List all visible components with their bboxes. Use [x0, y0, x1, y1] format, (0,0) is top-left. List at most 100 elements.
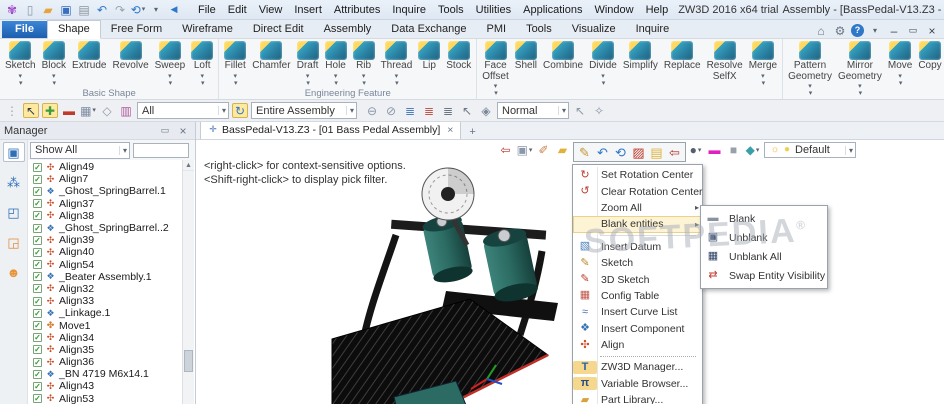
- snap-combo[interactable]: Normal ▾: [497, 102, 569, 119]
- ribbon-button[interactable]: Move ▾: [885, 40, 915, 87]
- submenu-item[interactable]: Blank: [701, 209, 827, 228]
- dropdown-arrow-icon[interactable]: ▾: [362, 73, 366, 80]
- titlebar-right-icon[interactable]: [924, 23, 940, 38]
- tree-checkbox[interactable]: [33, 284, 42, 294]
- ribbon-button[interactable]: Sweep ▾: [152, 40, 189, 87]
- dropdown-arrow-icon[interactable]: ▾: [52, 73, 56, 80]
- tree-item[interactable]: Align54: [28, 259, 195, 271]
- ribbon-button[interactable]: Mirror Geometry ▾: [835, 40, 885, 98]
- tree-item[interactable]: Align34: [28, 332, 195, 344]
- tree-item[interactable]: _Ghost_SpringBarrel..2: [28, 222, 195, 234]
- tree-item[interactable]: _BN 4719 M6x14.1: [28, 368, 195, 380]
- tree-checkbox[interactable]: [33, 247, 42, 257]
- tree-checkbox[interactable]: [33, 199, 42, 209]
- dropdown-arrow-icon[interactable]: ▾: [306, 73, 310, 80]
- menu-item[interactable]: Help: [640, 4, 675, 16]
- context-menu-item[interactable]: Clear Rotation Center ▸: [573, 183, 703, 199]
- ribbon-button[interactable]: Block ▾: [39, 40, 69, 87]
- toolbar-icon[interactable]: [42, 103, 58, 118]
- quick-pick-icon[interactable]: [576, 144, 593, 160]
- toolbar-icon[interactable]: [440, 103, 456, 118]
- tree-checkbox[interactable]: [33, 296, 42, 306]
- manager-strip-icon[interactable]: [3, 262, 25, 282]
- tree-item[interactable]: _Linkage.1: [28, 307, 195, 319]
- context-menu-item[interactable]: Align ▸: [573, 337, 702, 353]
- ribbon-tab[interactable]: Visualize: [562, 21, 626, 38]
- view-toolbar-icon[interactable]: [688, 143, 703, 158]
- quick-pick-icon[interactable]: [594, 144, 611, 160]
- tree-checkbox[interactable]: [33, 369, 42, 379]
- tree-item[interactable]: Align7: [28, 173, 195, 185]
- ribbon-tab[interactable]: Data Exchange: [381, 21, 476, 38]
- tree-item[interactable]: Align38: [28, 210, 195, 222]
- ribbon-tab[interactable]: Tools: [516, 21, 562, 38]
- panel-control-icon[interactable]: [175, 123, 191, 138]
- ribbon-tab[interactable]: Assembly: [314, 21, 382, 38]
- quick-pick-icon[interactable]: [648, 144, 665, 160]
- context-menu-item[interactable]: Insert Component ▸: [573, 321, 702, 337]
- context-menu-item[interactable]: ZW3D Manager... ▸: [573, 359, 702, 375]
- context-menu-item[interactable]: Zoom All ▸: [573, 200, 702, 216]
- context-menu-item[interactable]: Insert Datum ▸: [573, 239, 702, 255]
- view-toolbar-icon[interactable]: [707, 143, 722, 158]
- tree-checkbox[interactable]: [33, 211, 42, 221]
- quick-access-icon[interactable]: [76, 2, 92, 17]
- dropdown-arrow-icon[interactable]: ▾: [494, 83, 498, 90]
- dropdown-arrow-icon[interactable]: ▾: [395, 73, 399, 80]
- ribbon-button[interactable]: Pattern Geometry ▾: [785, 40, 835, 98]
- ribbon-tab[interactable]: Shape: [46, 20, 101, 39]
- context-menu-item[interactable]: Part Library... ▸: [573, 392, 702, 404]
- menu-item[interactable]: Utilities: [470, 4, 517, 16]
- dropdown-arrow-icon[interactable]: ▾: [200, 73, 204, 80]
- ribbon-tab[interactable]: Direct Edit: [243, 21, 314, 38]
- view-toolbar-icon[interactable]: [726, 143, 741, 158]
- tree-scrollbar[interactable]: ▲: [182, 160, 194, 404]
- tree-item[interactable]: Align32: [28, 283, 195, 295]
- titlebar-right-icon[interactable]: [813, 23, 829, 38]
- toolbar-icon[interactable]: [118, 103, 134, 118]
- tree-item[interactable]: Align39: [28, 234, 195, 246]
- new-tab-button[interactable]: +: [461, 125, 483, 139]
- ribbon-tab[interactable]: File: [2, 21, 47, 38]
- ribbon-button[interactable]: Simplify▾: [620, 40, 661, 72]
- menu-item[interactable]: Window: [588, 4, 639, 16]
- toolbar-icon[interactable]: [99, 103, 115, 118]
- tree-item[interactable]: Align36: [28, 356, 195, 368]
- toolbar-icon[interactable]: [364, 103, 380, 118]
- tree-item[interactable]: Align40: [28, 246, 195, 258]
- tree-item[interactable]: Align43: [28, 380, 195, 392]
- tree-checkbox[interactable]: [33, 235, 42, 245]
- ribbon-button[interactable]: Combine▾: [540, 40, 586, 72]
- tree-checkbox[interactable]: [33, 333, 42, 343]
- manager-search-input[interactable]: [133, 142, 189, 158]
- context-menu-item[interactable]: Blank entities ▸: [573, 216, 702, 233]
- tree-checkbox[interactable]: [33, 345, 42, 355]
- ribbon-button[interactable]: Sketch ▾: [2, 40, 39, 87]
- quick-pick-icon[interactable]: [630, 144, 647, 160]
- scope-combo[interactable]: Entire Assembly ▾: [251, 102, 357, 119]
- menu-item[interactable]: Inquire: [386, 4, 432, 16]
- scroll-up-icon[interactable]: ▲: [183, 160, 194, 171]
- dropdown-arrow-icon[interactable]: ▾: [334, 73, 338, 80]
- toolbar-icon[interactable]: [402, 103, 418, 118]
- manager-strip-icon[interactable]: [3, 232, 25, 252]
- tree-checkbox[interactable]: [33, 223, 42, 233]
- ribbon-button[interactable]: Thread ▾: [378, 40, 416, 87]
- tree-item[interactable]: Align37: [28, 198, 195, 210]
- ribbon-button[interactable]: Lip▾: [415, 40, 443, 72]
- menu-item[interactable]: Attributes: [328, 4, 386, 16]
- ribbon-button[interactable]: Face Offset ▾: [479, 40, 512, 98]
- quick-pick-icon[interactable]: [666, 144, 683, 160]
- menu-item[interactable]: Insert: [288, 4, 328, 16]
- toolbar-icon[interactable]: [591, 103, 607, 118]
- panel-control-icon[interactable]: [157, 123, 173, 138]
- menu-item[interactable]: Tools: [432, 4, 470, 16]
- manager-strip-icon[interactable]: [3, 172, 25, 192]
- tree-item[interactable]: _Ghost_SpringBarrel.1: [28, 185, 195, 197]
- toolbar-icon[interactable]: [23, 103, 39, 118]
- tree-checkbox[interactable]: [33, 394, 42, 404]
- ribbon-button[interactable]: Replace▾: [661, 40, 704, 72]
- ribbon-tab[interactable]: Free Form: [101, 21, 172, 38]
- tree-checkbox[interactable]: [33, 162, 42, 172]
- context-menu-item[interactable]: Set Rotation Center ▸: [573, 167, 702, 183]
